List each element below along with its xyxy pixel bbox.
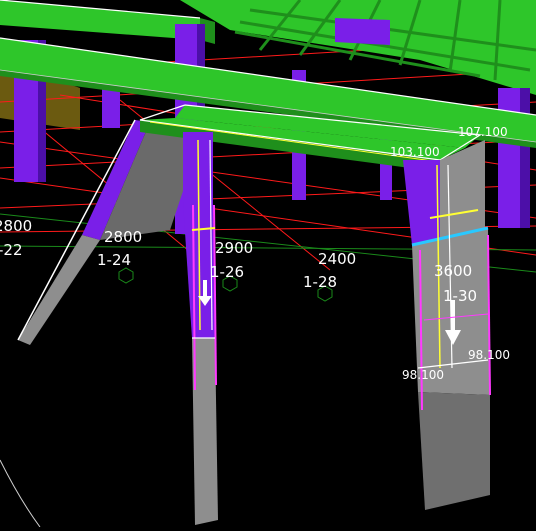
dimension-label: 2400 bbox=[318, 250, 356, 268]
grid-label: 1-26 bbox=[210, 263, 244, 281]
view-arc bbox=[0, 459, 41, 528]
structure-drawing: 2800 2800 2900 2400 3600 -22 1-24 1-26 1… bbox=[0, 0, 536, 528]
front-right-column bbox=[403, 140, 491, 510]
dimension-label: 3600 bbox=[434, 262, 472, 280]
dimension-label: 2900 bbox=[215, 239, 253, 257]
3d-model-viewport[interactable]: 2800 2800 2900 2400 3600 -22 1-24 1-26 1… bbox=[0, 0, 536, 528]
dimension-label: 2800 bbox=[0, 217, 32, 235]
elevation-label: 98.100 bbox=[402, 368, 444, 382]
grid-label: 1-28 bbox=[303, 273, 337, 291]
grid-label: 1-24 bbox=[97, 251, 131, 269]
elevation-label: 98.100 bbox=[468, 348, 510, 362]
grid-label: 1-30 bbox=[443, 287, 477, 305]
elevation-label: 103.100 bbox=[390, 145, 440, 159]
dimension-label: 2800 bbox=[104, 228, 142, 246]
front-left-column bbox=[183, 132, 218, 525]
grid-label: -22 bbox=[0, 241, 23, 259]
elevation-label: 107.100 bbox=[458, 125, 508, 139]
